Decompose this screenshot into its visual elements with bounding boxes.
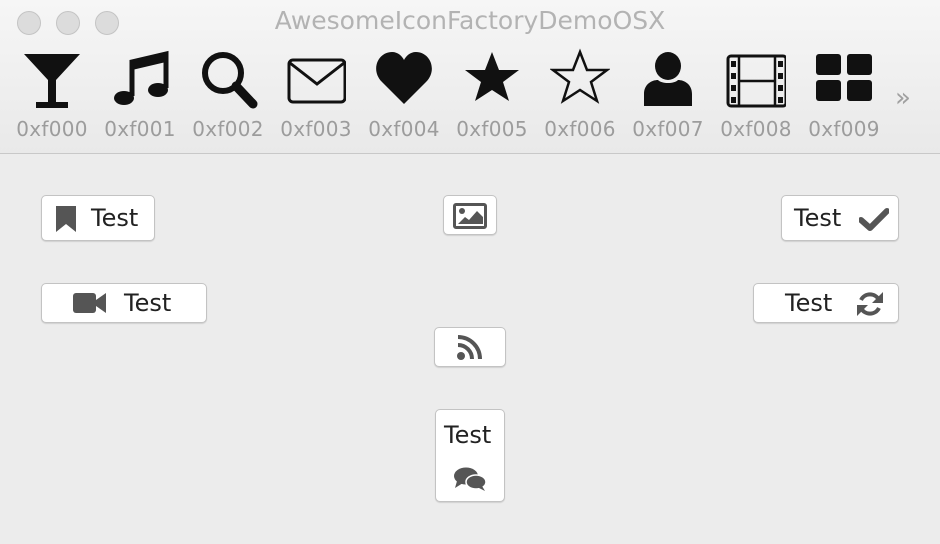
video-test-button[interactable]: Test: [41, 283, 207, 323]
toolbar-item-label: 0xf004: [368, 117, 440, 141]
toolbar-item-0xf001[interactable]: 0xf001: [96, 48, 184, 148]
refresh-icon: [857, 292, 883, 316]
app-window: AwesomeIconFactoryDemoOSX 0xf000 0xf001: [0, 0, 940, 544]
glass-icon: [24, 54, 80, 108]
toolbar-item-0xf004[interactable]: 0xf004: [360, 48, 448, 148]
toolbar-item-0xf006[interactable]: 0xf006: [536, 48, 624, 148]
refresh-test-button[interactable]: Test: [753, 283, 899, 323]
window-title: AwesomeIconFactoryDemoOSX: [274, 6, 666, 35]
toolbar-item-label: 0xf001: [104, 117, 176, 141]
check-test-button[interactable]: Test: [781, 195, 899, 241]
toolbar-item-0xf002[interactable]: 0xf002: [184, 48, 272, 148]
envelope-icon: [287, 58, 346, 104]
comments-icon: [454, 467, 487, 491]
toolbar-item-0xf008[interactable]: 0xf008: [712, 48, 800, 148]
search-icon: [202, 52, 258, 109]
video-test-label: Test: [124, 289, 172, 317]
music-icon: [114, 50, 169, 105]
picture-button[interactable]: [443, 195, 497, 235]
toolbar-item-label: 0xf009: [808, 117, 880, 141]
toolbar-item-0xf009[interactable]: 0xf009: [800, 48, 888, 148]
toolbar-item-label: 0xf008: [720, 117, 792, 141]
toolbar-item-0xf003[interactable]: 0xf003: [272, 48, 360, 148]
star-outline-icon: [550, 48, 610, 104]
heart-icon: [376, 52, 432, 104]
check-test-label: Test: [794, 204, 842, 232]
rss-icon: [457, 335, 482, 360]
bookmark-icon: [56, 206, 76, 232]
toolbar-item-label: 0xf002: [192, 117, 264, 141]
rss-button[interactable]: [434, 327, 506, 367]
toolbar-item-0xf005[interactable]: 0xf005: [448, 48, 536, 148]
th-large-icon: [816, 54, 872, 101]
video-camera-icon: [73, 293, 106, 313]
title-toolbar: AwesomeIconFactoryDemoOSX 0xf000 0xf001: [0, 0, 940, 154]
user-icon: [644, 52, 692, 106]
star-icon: [465, 52, 519, 101]
bookmark-test-label: Test: [91, 204, 139, 232]
toolbar-item-0xf000[interactable]: 0xf000: [8, 48, 96, 148]
toolbar-item-label: 0xf005: [456, 117, 528, 141]
toolbar-overflow-button[interactable]: »: [895, 83, 911, 113]
toolbar-item-label: 0xf006: [544, 117, 616, 141]
comments-test-button[interactable]: Test: [435, 409, 505, 502]
toolbar-item-0xf007[interactable]: 0xf007: [624, 48, 712, 148]
toolbar-item-label: 0xf000: [16, 117, 88, 141]
picture-icon: [453, 203, 487, 229]
check-icon: [859, 208, 889, 231]
film-icon: [726, 54, 786, 108]
comments-test-label: Test: [444, 421, 492, 449]
toolbar-item-label: 0xf003: [280, 117, 352, 141]
toolbar-item-label: 0xf007: [632, 117, 704, 141]
bookmark-test-button[interactable]: Test: [41, 195, 155, 241]
refresh-test-label: Test: [785, 289, 833, 317]
